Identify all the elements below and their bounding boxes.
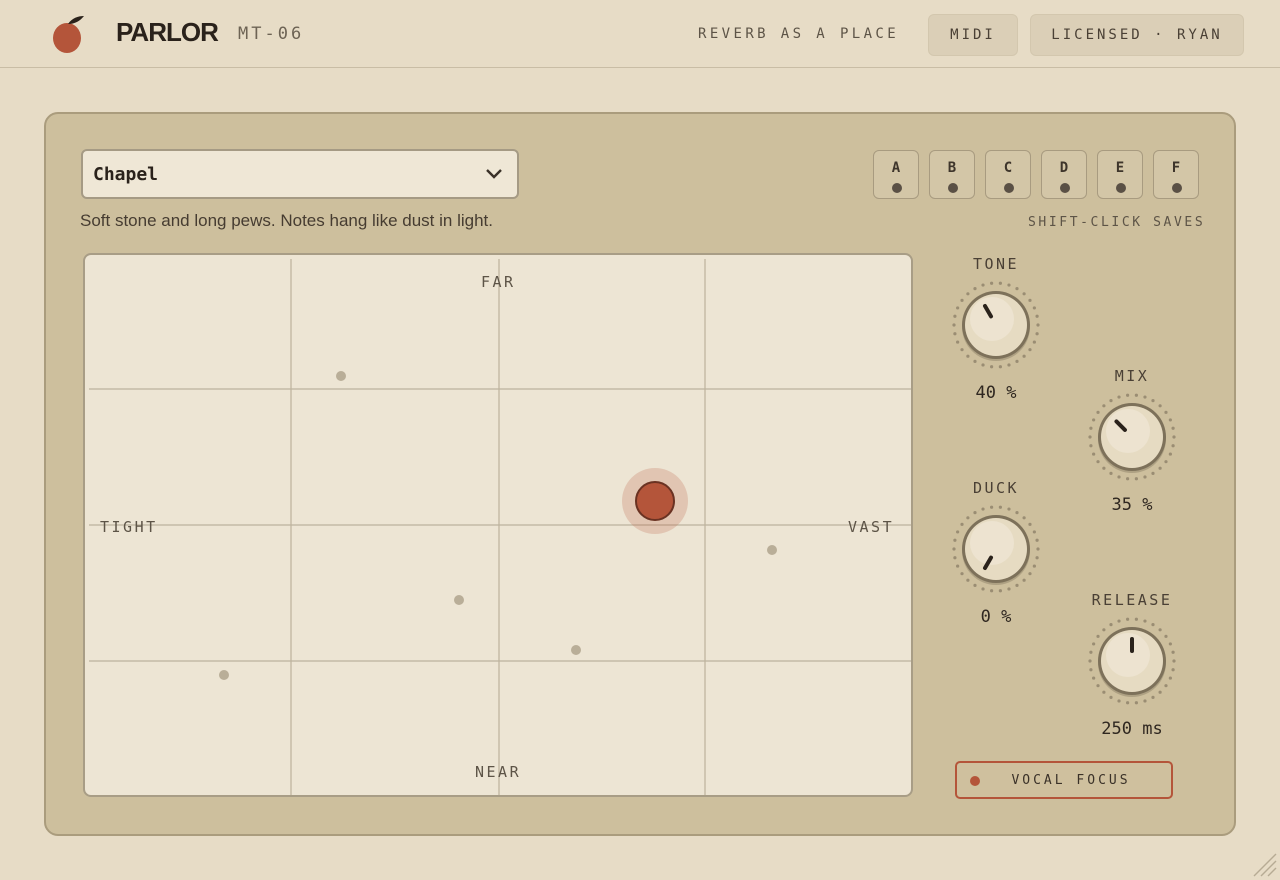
knob-label: MIX [1114,367,1150,385]
vocal-focus-toggle[interactable]: VOCAL FOCUS [955,761,1173,799]
xy-pad[interactable]: FAR NEAR TIGHT VAST [83,253,913,797]
slot-indicator [948,183,958,193]
axis-label-vast: VAST [848,518,895,536]
knob-value: 35 % [1111,495,1153,515]
chevron-down-icon [486,169,502,179]
slot-d-button[interactable]: D [1041,150,1087,199]
reflection-dot [571,645,581,655]
slot-label: C [1003,160,1013,176]
slot-label: A [891,160,901,176]
slot-f-button[interactable]: F [1153,150,1199,199]
reflection-dot [767,545,777,555]
preset-description: Soft stone and long pews. Notes hang lik… [80,211,493,230]
preset-dropdown[interactable]: Chapel [81,149,519,199]
axis-label-far: FAR [481,273,516,291]
shift-click-note: SHIFT-CLICK SAVES [1028,215,1206,230]
release-knob-group: RELEASE 250 ms [1082,591,1182,741]
axis-label-tight: TIGHT [100,518,158,536]
reflection-dot [219,670,229,680]
slot-indicator [892,183,902,193]
axis-label-near: NEAR [475,763,522,781]
slot-label: D [1059,160,1069,176]
slot-label: E [1115,160,1125,176]
duck-knob-group: DUCK 0 % [946,479,1046,629]
mix-knob[interactable] [1088,393,1176,481]
slot-indicator [1060,183,1070,193]
model-name: MT-06 [238,24,305,44]
tone-knob[interactable] [952,281,1040,369]
duck-knob[interactable] [952,505,1040,593]
tagline: REVERB AS A PLACE [698,26,900,42]
knob-label: RELEASE [1091,591,1173,609]
slot-indicator [1004,183,1014,193]
resize-grip-icon[interactable] [1252,852,1278,878]
knob-value: 0 % [980,607,1012,627]
tone-knob-group: TONE 40 % [946,255,1046,405]
midi-button[interactable]: MIDI [928,14,1018,56]
knob-label: DUCK [972,479,1020,497]
peach-logo-icon [53,16,84,53]
slot-c-button[interactable]: C [985,150,1031,199]
slot-e-button[interactable]: E [1097,150,1143,199]
knob-value: 250 ms [1101,719,1163,739]
slot-indicator [1172,183,1182,193]
slot-b-button[interactable]: B [929,150,975,199]
license-button[interactable]: LICENSED · RYAN [1030,14,1244,56]
reflection-dot [336,371,346,381]
slot-label: B [947,160,957,176]
brand-name: PARLOR [116,17,219,47]
reflection-dot [454,595,464,605]
xy-puck-handle [635,481,675,521]
preset-name: Chapel [93,164,159,185]
slot-indicator [1116,183,1126,193]
knob-value: 40 % [975,383,1017,403]
slot-a-button[interactable]: A [873,150,919,199]
pad-grid [89,259,911,795]
header-bar: PARLOR MT-06 REVERB AS A PLACE MIDI LICE… [0,0,1280,68]
mix-knob-group: MIX 35 % [1082,367,1182,517]
release-knob[interactable] [1088,617,1176,705]
slot-label: F [1171,160,1181,176]
knob-label: TONE [972,255,1020,273]
vocal-focus-label: VOCAL FOCUS [1011,773,1131,788]
